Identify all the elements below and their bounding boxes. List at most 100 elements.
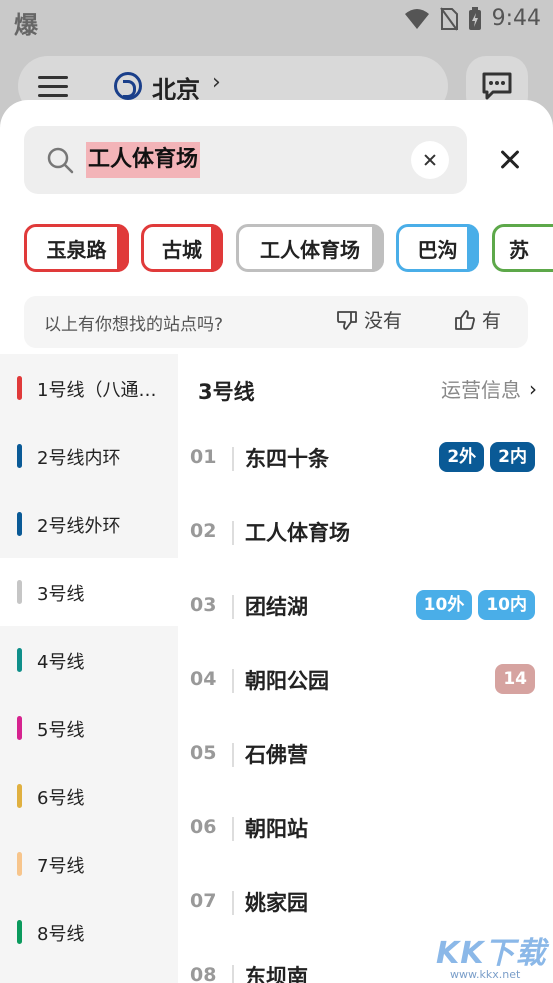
transfer-badges: 14 [495,664,535,694]
station-panel: 3号线 运营信息 › 01 东四十条 2外 2内 02 工人体育场 03 团结湖… [178,354,553,983]
line-color-indicator [17,376,22,400]
no-sim-icon [439,6,458,31]
line-color-indicator [17,716,22,740]
divider [232,743,234,767]
chevron-right-icon: › [212,70,221,95]
station-row[interactable]: 05 石佛营 [178,718,553,792]
chip-label: 玉泉路 [46,237,107,262]
transfer-badge: 2内 [490,442,535,472]
station-name: 东四十条 [245,447,329,471]
search-icon [47,147,74,174]
station-row[interactable]: 06 朝阳站 [178,792,553,866]
station-name: 东坝南 [245,965,308,983]
search-input[interactable]: 工人体育场 [86,142,201,178]
recent-chip[interactable]: 工人体育场 [236,224,384,272]
chevron-right-icon: › [529,376,537,401]
station-number: 04 [190,668,217,690]
station-row[interactable]: 03 团结湖 10外 10内 [178,570,553,644]
line-item[interactable]: 2号线外环 [0,490,178,558]
menu-icon[interactable] [38,76,68,98]
station-number: 02 [190,520,217,542]
transfer-badge: 10外 [415,590,473,620]
operation-info-label: 运营信息 [441,378,521,402]
line-item[interactable]: 7号线 [0,830,178,898]
line-color-bar [211,224,223,272]
status-time: 9:44 [491,6,541,31]
line-item[interactable]: 1号线（八通线） [0,354,178,422]
line-color-indicator [17,784,22,808]
station-search-sheet: 工人体育场 玉泉路 古城 工人体育场 巴沟 苏 以上有你想找的站点吗? 没有 有… [0,100,553,983]
divider [232,447,234,471]
line-label: 3号线 [37,584,85,605]
feedback-no-label: 没有 [364,310,403,332]
close-button[interactable] [495,144,525,174]
feedback-bar: 以上有你想找的站点吗? 没有 有 [24,296,528,348]
recent-stations: 玉泉路 古城 工人体育场 巴沟 苏 [24,224,553,274]
station-number: 05 [190,742,217,764]
station-row[interactable]: 01 东四十条 2外 2内 [178,422,553,496]
station-row[interactable]: 04 朝阳公园 14 [178,644,553,718]
recent-chip[interactable]: 古城 [141,224,223,272]
line-label: 7号线 [37,856,85,877]
divider [232,965,234,983]
divider [232,521,234,545]
transfer-badges: 10外 10内 [415,590,535,620]
station-name: 姚家园 [245,891,308,915]
line-color-indicator [17,852,22,876]
line-color-indicator [17,444,22,468]
station-name: 团结湖 [245,595,308,619]
app-notification-icon: 爆 [14,11,38,39]
divider [232,669,234,693]
search-box[interactable]: 工人体育场 [24,126,467,194]
station-number: 08 [190,964,217,983]
line-color-indicator [17,648,22,672]
line-item[interactable]: 8号线 [0,898,178,966]
line-color-indicator [17,580,22,604]
chip-label: 工人体育场 [260,237,360,262]
line-color-bar [117,224,129,272]
line-list: 1号线（八通线） 2号线内环 2号线外环 3号线 4号线 5号线 6号线 7号线… [0,354,178,983]
station-name: 朝阳公园 [245,669,329,693]
status-bar: 爆 9:44 [0,0,553,40]
station-number: 06 [190,816,217,838]
recent-chip[interactable]: 巴沟 [396,224,479,272]
transfer-badge: 10内 [478,590,535,620]
chip-label: 古城 [162,237,202,262]
line-label: 2号线内环 [37,448,121,469]
station-number: 01 [190,446,217,468]
line-color-indicator [17,920,22,944]
thumbs-down-icon [337,310,357,330]
watermark: KK下载 www.kkx.net [422,928,550,982]
clear-search-button[interactable] [411,141,449,179]
chip-label: 巴沟 [417,237,458,262]
station-number: 07 [190,890,217,912]
recent-chip[interactable]: 苏 [492,224,553,272]
line-item[interactable]: 6号线 [0,762,178,830]
operation-info-link[interactable]: 运营信息 › [441,374,537,403]
line-label: 2号线外环 [37,516,121,537]
line-item-active[interactable]: 3号线 [0,558,178,626]
line-item[interactable]: 4号线 [0,626,178,694]
divider [232,595,234,619]
transfer-badges: 2外 2内 [439,442,535,472]
station-row[interactable]: 02 工人体育场 [178,496,553,570]
line-color-indicator [17,512,22,536]
station-name: 石佛营 [245,743,308,767]
recent-chip[interactable]: 玉泉路 [24,224,129,272]
divider [232,817,234,841]
line-label: 6号线 [37,788,85,809]
line-item[interactable]: 2号线内环 [0,422,178,490]
line-color-bar [467,224,479,272]
battery-charging-icon [468,6,481,30]
watermark-text: KK下载 [436,936,547,971]
chip-label: 苏 [509,237,529,262]
line-label: 5号线 [37,720,85,741]
thumbs-up-icon [455,309,475,330]
divider [232,891,234,915]
station-number: 03 [190,594,217,616]
watermark-url: www.kkx.net [450,968,521,981]
line-label: 1号线（八通线） [37,380,169,401]
feedback-no-button[interactable]: 没有 [336,306,402,333]
feedback-yes-button[interactable]: 有 [454,306,501,333]
line-item[interactable]: 5号线 [0,694,178,762]
